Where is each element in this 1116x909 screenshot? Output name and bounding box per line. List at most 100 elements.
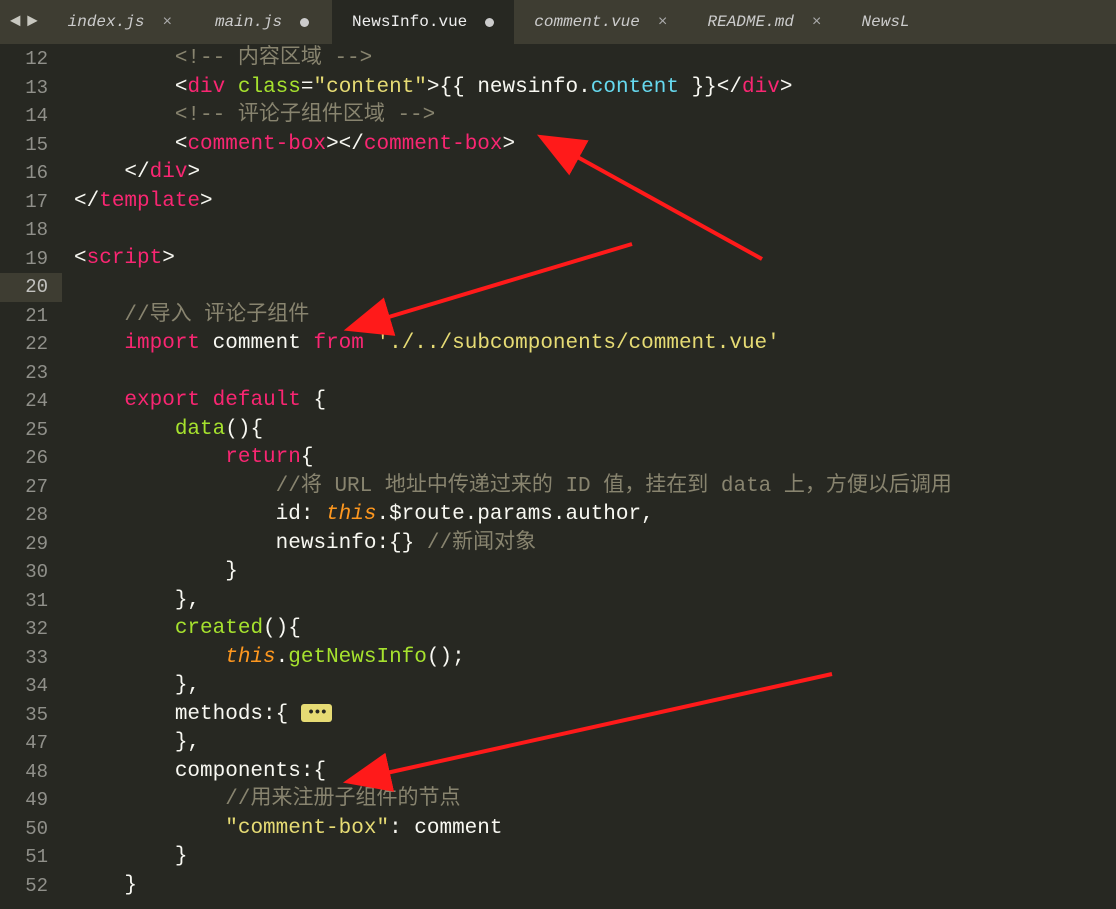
- code-line[interactable]: //导入 评论子组件: [74, 302, 1116, 331]
- line-number: 31: [0, 587, 48, 616]
- code-token: [74, 133, 175, 156]
- line-number: 15: [0, 131, 48, 160]
- code-token: </: [717, 76, 742, 99]
- code-token: template: [99, 190, 200, 213]
- code-token: newsinfo:{}: [74, 532, 427, 555]
- code-token: export: [124, 389, 200, 412]
- code-line[interactable]: }: [74, 843, 1116, 872]
- dirty-indicator-icon[interactable]: [485, 18, 494, 27]
- tab-label: NewsL: [862, 13, 910, 31]
- code-line[interactable]: <!-- 内容区域 -->: [74, 45, 1116, 74]
- line-number: 12: [0, 45, 48, 74]
- code-line[interactable]: newsinfo:{} //新闻对象: [74, 530, 1116, 559]
- code-token: [74, 304, 124, 327]
- line-number: 13: [0, 74, 48, 103]
- close-icon[interactable]: ×: [658, 13, 668, 31]
- code-line[interactable]: data(){: [74, 416, 1116, 445]
- line-number: 29: [0, 530, 48, 559]
- code-token: {: [301, 389, 326, 412]
- line-number: 16: [0, 159, 48, 188]
- code-token: "content": [313, 76, 426, 99]
- tab-newsl[interactable]: NewsL: [842, 0, 910, 44]
- code-token: './../subcomponents/comment.vue': [377, 332, 780, 355]
- code-line[interactable]: created(){: [74, 615, 1116, 644]
- code-token: .: [578, 76, 591, 99]
- code-line[interactable]: <div class="content">{{ newsinfo.content…: [74, 74, 1116, 103]
- code-token: data: [175, 418, 225, 441]
- code-line[interactable]: <comment-box></comment-box>: [74, 131, 1116, 160]
- line-number: 18: [0, 216, 48, 245]
- code-line[interactable]: return{: [74, 444, 1116, 473]
- dirty-indicator-icon[interactable]: [300, 18, 309, 27]
- nav-back-icon[interactable]: ◄: [10, 12, 21, 32]
- code-line[interactable]: id: this.$route.params.author,: [74, 501, 1116, 530]
- code-token: {: [301, 446, 314, 469]
- close-icon[interactable]: ×: [812, 13, 822, 31]
- code-line[interactable]: [74, 359, 1116, 388]
- line-number: 52: [0, 872, 48, 901]
- nav-forward-icon[interactable]: ►: [27, 12, 38, 32]
- code-line[interactable]: import comment from './../subcomponents/…: [74, 330, 1116, 359]
- code-token: <: [175, 76, 188, 99]
- code-token: =: [301, 76, 314, 99]
- tab-newsinfo-vue[interactable]: NewsInfo.vue: [332, 0, 514, 44]
- code-token: default: [213, 389, 301, 412]
- code-area[interactable]: <!-- 内容区域 --> <div class="content">{{ ne…: [62, 44, 1116, 909]
- code-token: comment: [200, 332, 313, 355]
- code-token: .$route.params.author,: [376, 503, 653, 526]
- close-icon[interactable]: ×: [162, 13, 172, 31]
- code-token: >: [162, 247, 175, 270]
- code-line[interactable]: }: [74, 872, 1116, 901]
- code-line[interactable]: components:{: [74, 758, 1116, 787]
- code-line[interactable]: export default {: [74, 387, 1116, 416]
- editor[interactable]: 1213141516171819202122232425262728293031…: [0, 44, 1116, 909]
- line-number: 47: [0, 729, 48, 758]
- line-number: 26: [0, 444, 48, 473]
- code-line[interactable]: //将 URL 地址中传递过来的 ID 值，挂在到 data 上，方便以后调用: [74, 473, 1116, 502]
- code-token: [74, 389, 124, 412]
- code-token: div: [150, 161, 188, 184]
- fold-marker-icon[interactable]: •••: [301, 704, 332, 722]
- code-token: methods:{: [74, 703, 301, 726]
- code-line[interactable]: },: [74, 729, 1116, 758]
- code-token: </: [74, 190, 99, 213]
- code-token: },: [74, 589, 200, 612]
- titlebar: ◄ ► index.js × main.js NewsInfo.vue comment.…: [0, 0, 1116, 44]
- code-line[interactable]: },: [74, 587, 1116, 616]
- tab-comment-vue[interactable]: comment.vue×: [514, 0, 687, 44]
- code-token: div: [187, 76, 225, 99]
- code-line[interactable]: <!-- 评论子组件区域 -->: [74, 102, 1116, 131]
- code-token: "comment-box": [225, 817, 389, 840]
- code-line[interactable]: //用来注册子组件的节点: [74, 786, 1116, 815]
- code-line[interactable]: </template>: [74, 188, 1116, 217]
- line-number: 14: [0, 102, 48, 131]
- code-line[interactable]: [74, 273, 1116, 302]
- code-line[interactable]: this.getNewsInfo();: [74, 644, 1116, 673]
- code-line[interactable]: [74, 216, 1116, 245]
- line-number: 50: [0, 815, 48, 844]
- code-token: ();: [427, 646, 465, 669]
- tab-index-js[interactable]: index.js ×: [48, 0, 192, 44]
- code-token: <: [175, 133, 188, 156]
- code-token: >: [187, 161, 200, 184]
- tab-readme-md[interactable]: README.md×: [688, 0, 842, 44]
- code-token: },: [74, 674, 200, 697]
- code-line[interactable]: </div>: [74, 159, 1116, 188]
- tab-main-js[interactable]: main.js: [192, 0, 332, 44]
- code-token: </: [124, 161, 149, 184]
- code-token: getNewsInfo: [288, 646, 427, 669]
- code-token: </: [339, 133, 364, 156]
- code-line[interactable]: }: [74, 558, 1116, 587]
- code-token: [74, 446, 225, 469]
- line-number: 30: [0, 558, 48, 587]
- tab-label: NewsInfo.vue: [352, 13, 467, 31]
- line-number: 33: [0, 644, 48, 673]
- code-line[interactable]: methods:{ •••: [74, 701, 1116, 730]
- tab-label: index.js: [68, 13, 145, 31]
- code-token: id:: [74, 503, 326, 526]
- code-line[interactable]: <script>: [74, 245, 1116, 274]
- code-line[interactable]: },: [74, 672, 1116, 701]
- line-number: 27: [0, 473, 48, 502]
- tab-label: main.js: [215, 13, 282, 31]
- code-line[interactable]: "comment-box": comment: [74, 815, 1116, 844]
